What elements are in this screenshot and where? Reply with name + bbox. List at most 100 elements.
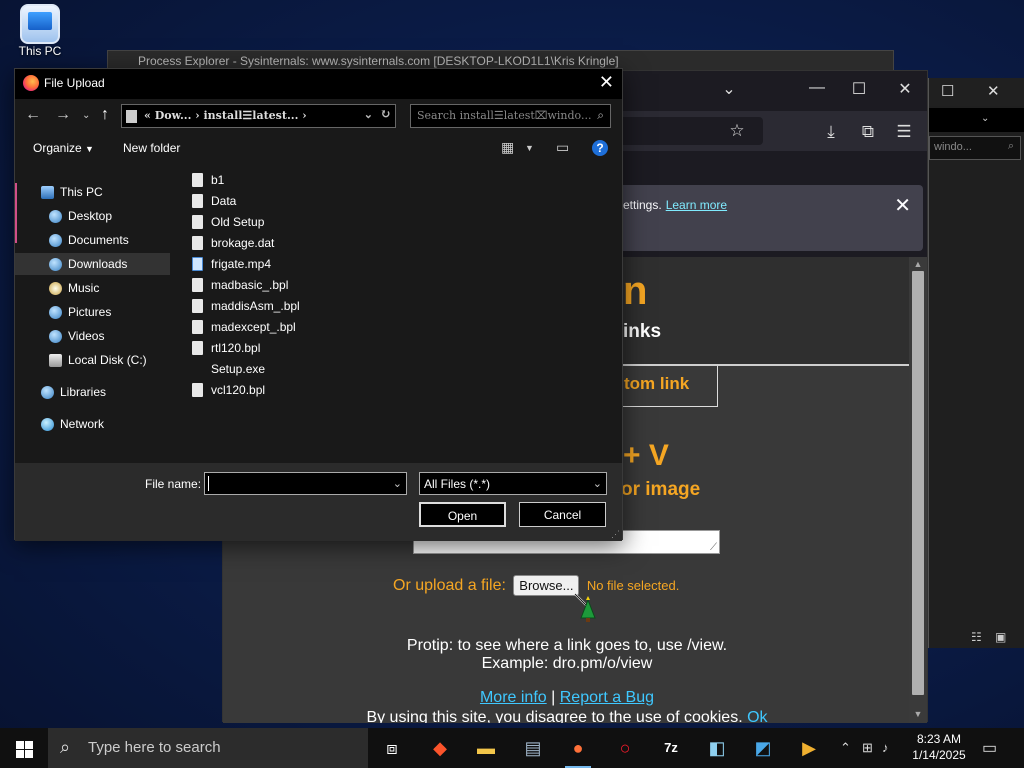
nav-item-videos[interactable]: Videos — [15, 325, 170, 347]
nav-item-label: Network — [60, 417, 105, 431]
nav-item-downloads[interactable]: Downloads — [15, 253, 170, 275]
preview-view-icon[interactable]: ▣ — [995, 630, 1006, 644]
tab-list-icon[interactable]: ⌄ — [717, 79, 741, 99]
up-arrow-icon[interactable]: ↑ — [101, 106, 109, 124]
footer-links: More info | Report a Bug — [223, 689, 911, 707]
cancel-button[interactable]: Cancel — [519, 502, 606, 527]
menu-icon[interactable]: ☰ — [893, 121, 915, 143]
file-icon — [192, 320, 203, 334]
file-name: vcl120.bpl — [211, 383, 266, 397]
cookie-ok-link[interactable]: Ok — [747, 709, 767, 723]
back-arrow-icon[interactable]: ← — [25, 106, 41, 124]
chevron-down-icon[interactable]: ⌄ — [393, 477, 402, 490]
file-icon — [192, 194, 203, 208]
address-bar[interactable]: « Dow... › install☰latest... › ⌄ ↻ — [121, 104, 396, 128]
chevron-down-icon[interactable]: ▼ — [525, 143, 534, 153]
search-icon: ⌕ — [60, 737, 71, 757]
desktop-icon-this-pc[interactable]: This PC — [14, 4, 66, 58]
computer-icon — [20, 4, 60, 44]
maximize-icon[interactable]: ☐ — [941, 82, 954, 100]
notice-close-icon[interactable]: ✕ — [894, 193, 911, 218]
nav-item-network[interactable]: Network — [15, 413, 170, 435]
firefox-icon — [23, 75, 39, 91]
taskbar-clock[interactable]: 8:23 AM 1/14/2025 — [900, 731, 978, 763]
preview-pane-icon[interactable]: ▭ — [556, 139, 569, 156]
resize-grip-icon[interactable]: ⋰ — [611, 529, 620, 540]
disk-icon — [49, 354, 62, 367]
scroll-up-icon[interactable]: ▲ — [909, 259, 927, 269]
page-scrollbar[interactable]: ▲ ▼ — [909, 257, 927, 723]
taskbar-search[interactable]: ⌕ Type here to search — [48, 728, 368, 768]
close-icon[interactable]: ✕ — [599, 72, 614, 93]
notifications-icon[interactable]: ▭ — [982, 738, 997, 758]
new-folder-button[interactable]: New folder — [123, 141, 180, 155]
more-info-link[interactable]: More info — [480, 689, 547, 706]
notepad-icon[interactable]: ◧ — [702, 733, 732, 763]
recent-locations-icon[interactable]: ⌄ — [82, 110, 90, 121]
file-upload-dialog[interactable]: File Upload ✕ ← → ⌄ ↑ « Dow... › install… — [14, 68, 623, 541]
taskbar-search-placeholder: Type here to search — [88, 739, 221, 756]
text-caret — [208, 476, 209, 491]
view-options-icon[interactable]: ▦ — [501, 139, 514, 156]
start-button[interactable] — [0, 728, 48, 768]
downloads-icon[interactable]: ⤓ — [820, 121, 842, 143]
nav-item-documents[interactable]: Documents — [15, 229, 170, 251]
brave-icon[interactable]: ◆ — [425, 733, 455, 763]
cookie-notice: By using this site, you disagree to the … — [223, 709, 911, 723]
opera-icon[interactable]: ○ — [610, 733, 640, 763]
report-bug-link[interactable]: Report a Bug — [560, 689, 654, 706]
nav-item-libraries[interactable]: Libraries — [15, 381, 170, 403]
extensions-icon[interactable]: ⧉ — [857, 121, 879, 143]
scroll-down-icon[interactable]: ▼ — [909, 709, 927, 719]
close-icon[interactable]: ✕ — [893, 79, 917, 99]
background-explorer-window[interactable]: ☐ ✕ ⌄ ? windo... ⌕ ☷ ▣ — [928, 78, 1024, 648]
network-status-icon[interactable]: ⊞ — [862, 740, 873, 756]
resize-grip-icon[interactable]: ⟋ — [710, 542, 717, 553]
nav-item-desktop[interactable]: Desktop — [15, 205, 170, 227]
browse-button[interactable]: Browse... — [513, 575, 580, 596]
nav-item-label: Documents — [68, 233, 129, 247]
7zip-icon[interactable]: 7z — [656, 733, 686, 763]
close-icon[interactable]: ✕ — [987, 82, 1000, 100]
show-hidden-icons[interactable]: ⌃ — [840, 740, 851, 756]
help-icon[interactable]: ? — [592, 140, 608, 156]
file-name-input[interactable]: ⌄ — [204, 472, 407, 495]
file-icon — [192, 383, 203, 397]
file-name: b1 — [211, 173, 225, 187]
chevron-down-icon[interactable]: ⌄ — [364, 108, 373, 121]
maximize-icon[interactable]: ☐ — [847, 79, 871, 99]
network-app-icon[interactable]: ▤ — [518, 733, 548, 763]
bookmark-star-icon[interactable]: ☆ — [726, 120, 748, 142]
downloads-icon — [49, 258, 62, 271]
file-icon — [192, 299, 203, 313]
organize-button[interactable]: Organize ▼ — [33, 141, 94, 155]
chevron-down-icon[interactable]: ⌄ — [981, 113, 989, 124]
nav-item-music[interactable]: Music — [15, 277, 170, 299]
volume-icon[interactable]: ♪ — [882, 740, 889, 755]
cookie-text: By using this site, you disagree to the … — [366, 709, 743, 723]
computer-icon — [41, 186, 54, 199]
media-player-icon[interactable]: ▶ — [794, 733, 824, 763]
nav-item-label: Downloads — [68, 257, 128, 271]
task-view-icon[interactable]: ⧈ — [377, 733, 407, 763]
file-type-select[interactable]: All Files (*.*) ⌄ — [419, 472, 607, 495]
taskbar: ⌕ Type here to search ⧈ ◆ ▬ ▤ ● ○ 7z ◧ ◩… — [0, 728, 1024, 768]
refresh-icon[interactable]: ↻ — [380, 107, 391, 122]
minimize-icon[interactable]: — — [805, 79, 829, 97]
file-explorer-icon[interactable]: ▬ — [471, 733, 501, 763]
open-button[interactable]: Open — [419, 502, 506, 527]
videos-icon — [49, 330, 62, 343]
paste-hint: + V — [623, 439, 669, 472]
forward-arrow-icon[interactable]: → — [55, 106, 71, 124]
search-input[interactable]: Search install☰latest⌧windo... ⌕ — [410, 104, 611, 128]
details-view-icon[interactable]: ☷ — [971, 630, 982, 644]
nav-item-this-pc[interactable]: This PC — [15, 181, 170, 203]
nav-item-pictures[interactable]: Pictures — [15, 301, 170, 323]
scrollbar-thumb[interactable] — [912, 271, 924, 695]
nav-item-local-disk[interactable]: Local Disk (C:) — [15, 349, 170, 371]
desktop-icon-label: This PC — [18, 44, 62, 58]
background-window-search[interactable]: windo... ⌕ — [929, 136, 1021, 160]
firefox-icon[interactable]: ● — [563, 733, 593, 768]
magnifier-icon[interactable]: ◩ — [748, 733, 778, 763]
learn-more-link[interactable]: Learn more — [666, 198, 727, 212]
